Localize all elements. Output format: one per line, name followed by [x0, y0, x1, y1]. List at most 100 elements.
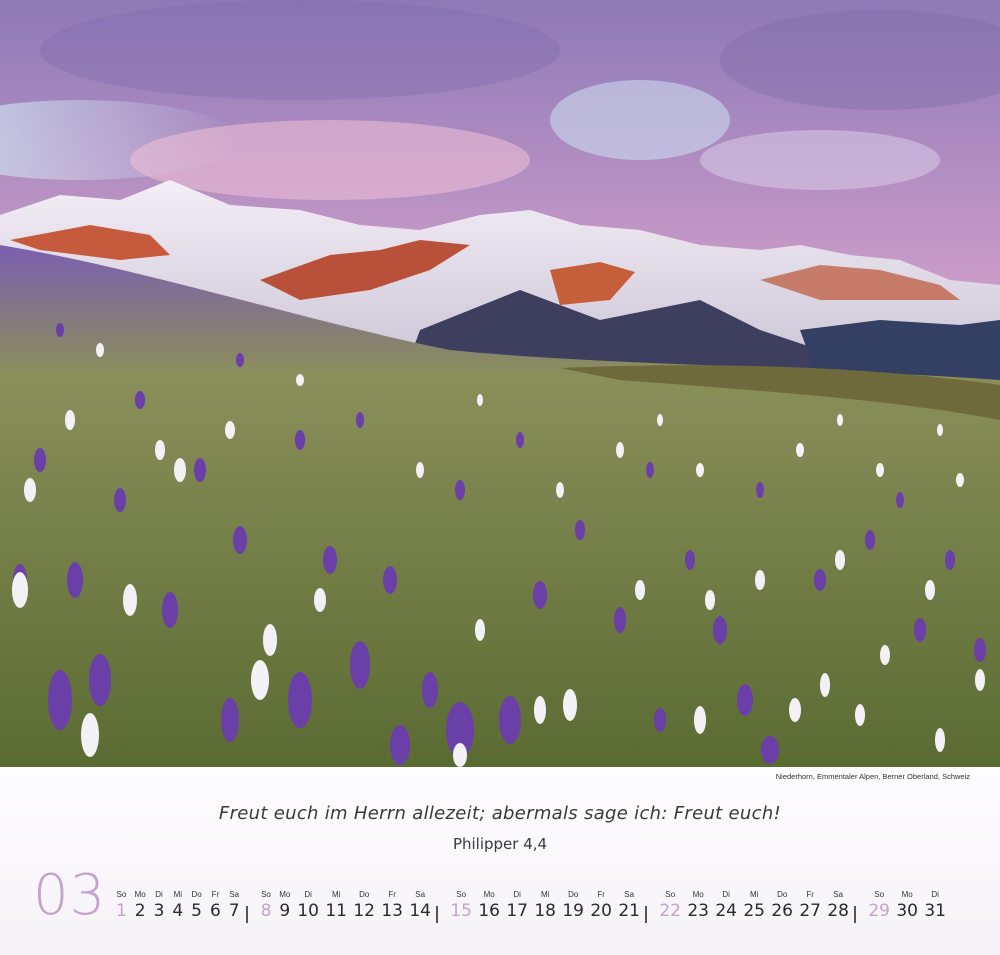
day-number: 3 [153, 901, 165, 921]
bible-quote: Freut euch im Herrn allezeit; abermals s… [218, 803, 782, 824]
calendar-day: Mo 2 [131, 889, 150, 921]
calendar-day: So 8 [257, 889, 276, 921]
day-number: 19 [562, 901, 584, 921]
weekday-label: Mo [901, 890, 913, 899]
day-number: 26 [771, 901, 793, 921]
day-number: 1 [115, 901, 127, 921]
calendar-footer: Niederhorn, Emmentaler Alpen, Berner Obe… [0, 767, 1000, 955]
weekday-label: Mo [483, 890, 495, 899]
calendar-day: Fr 27 [796, 889, 824, 921]
calendar-day: Sa 28 [824, 889, 852, 921]
day-number: 30 [896, 901, 918, 921]
calendar-day: Do 12 [350, 889, 378, 921]
weekday-label: Fr [597, 890, 605, 899]
week-separator [436, 906, 439, 923]
day-number: 10 [297, 901, 319, 921]
day-number: 18 [534, 901, 556, 921]
day-number: 27 [799, 901, 821, 921]
calendar-day: Di 24 [712, 889, 740, 921]
bible-reference: Philipper 4,4 [452, 835, 548, 853]
crocus-meadow-photo [0, 0, 1000, 767]
calendar-day: Sa 7 [225, 889, 244, 921]
weekday-label: So [874, 890, 885, 899]
day-number: 24 [715, 901, 737, 921]
calendar-day: Mi 25 [740, 889, 768, 921]
calendar-day: Do 19 [559, 889, 587, 921]
calendar-day: Di 10 [294, 889, 322, 921]
calendar-day: So 29 [865, 889, 893, 921]
weekday-label: Fr [806, 890, 814, 899]
day-number: 11 [325, 901, 347, 921]
day-number: 4 [172, 901, 184, 921]
weekday-label: Sa [833, 890, 844, 899]
weekday-label: Sa [624, 890, 635, 899]
calendar-day: So 1 [112, 889, 131, 921]
day-number: 16 [478, 901, 500, 921]
day-number: 13 [381, 901, 403, 921]
day-number: 17 [506, 901, 528, 921]
day-number: 31 [924, 901, 946, 921]
weekday-label: Do [777, 890, 788, 899]
weekday-label: Mi [540, 890, 550, 899]
weekday-label: Do [359, 890, 370, 899]
day-number: 15 [450, 901, 472, 921]
calendar-day: Di 31 [921, 889, 949, 921]
weekday-label: So [665, 890, 676, 899]
day-number: 23 [687, 901, 709, 921]
day-number: 21 [618, 901, 640, 921]
weekday-label: Do [568, 890, 579, 899]
calendar-day: Fr 6 [206, 889, 225, 921]
weekday-label: Mo [279, 890, 291, 899]
calendar-day: Do 5 [187, 889, 206, 921]
weekday-label: Do [191, 890, 202, 899]
calendar-day: So 22 [656, 889, 684, 921]
day-number: 6 [209, 901, 221, 921]
day-number: 12 [353, 901, 375, 921]
day-number: 7 [228, 901, 240, 921]
day-number: 22 [659, 901, 681, 921]
weekday-label: Di [931, 890, 939, 899]
calendar-day: Mi 11 [322, 889, 350, 921]
weekday-label: Mo [692, 890, 704, 899]
calendar-photo [0, 0, 1000, 767]
weekday-label: So [456, 890, 467, 899]
calendar-day: Mi 4 [168, 889, 187, 921]
calendar-day: Di 17 [503, 889, 531, 921]
week-separator [645, 906, 648, 923]
photo-caption: Niederhorn, Emmentaler Alpen, Berner Obe… [775, 772, 970, 781]
day-number: 8 [260, 901, 272, 921]
weekday-label: Sa [229, 890, 240, 899]
calendar-day: Mo 30 [893, 889, 921, 921]
weekday-label: Di [513, 890, 521, 899]
day-number: 9 [279, 901, 291, 921]
day-number: 20 [590, 901, 612, 921]
calendar-day: So 15 [447, 889, 475, 921]
calendar-day: Mo 23 [684, 889, 712, 921]
weekday-label: Mi [749, 890, 759, 899]
day-number: 5 [191, 901, 202, 921]
weekday-label: Di [155, 890, 163, 899]
calendar-day: Mi 18 [531, 889, 559, 921]
weekday-label: So [261, 890, 271, 899]
weekday-label: Mi [331, 890, 341, 899]
day-number: 29 [868, 901, 890, 921]
weekday-label: Mi [173, 890, 183, 899]
weekday-label: Fr [211, 890, 220, 899]
calendar-day: Mo 9 [275, 889, 294, 921]
calendar-day: Fr 13 [378, 889, 406, 921]
weekday-label: Mo [134, 890, 146, 899]
week-separator [245, 906, 248, 923]
calendar-day: Di 3 [150, 889, 169, 921]
weekday-label: Di [304, 890, 312, 899]
day-strip: So 1 Mo 2 Di 3 Mi 4 Do 5 Fr 6 Sa 7 So 8 Mo 9 Di 10 Mi 11 Do 12 F… [0, 889, 1000, 929]
week-separator [854, 906, 857, 923]
calendar-day: Do 26 [768, 889, 796, 921]
weekday-label: Fr [388, 890, 396, 899]
weekday-label: So [116, 890, 127, 899]
weekday-label: Sa [415, 890, 426, 899]
day-number: 2 [134, 901, 146, 921]
calendar-day: Sa 21 [615, 889, 643, 921]
calendar-day: Sa 14 [406, 889, 434, 921]
calendar-day: Fr 20 [587, 889, 615, 921]
calendar-day: Mo 16 [475, 889, 503, 921]
